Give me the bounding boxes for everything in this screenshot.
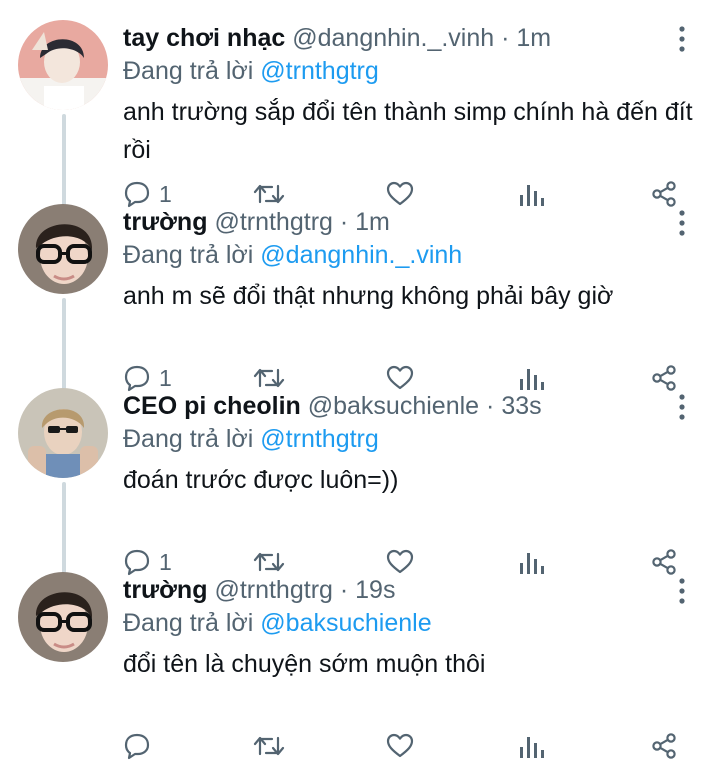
replying-to-label: Đang trả lời (123, 425, 254, 453)
avatar[interactable] (18, 204, 108, 294)
handle[interactable]: @trnthgtrg (214, 576, 332, 604)
retweet-button[interactable] (253, 728, 285, 764)
replying-to-mention[interactable]: @baksuchienle (260, 609, 431, 637)
tweet-header: tay chơi nhạc @dangnhin._.vinh · 1m (123, 22, 551, 54)
more-options-button[interactable] (672, 208, 692, 238)
tweet-text: đổi tên là chuyện sớm muộn thôi (123, 650, 486, 678)
tweet-text: anh m sẽ đổi thật nhưng không phải bây g… (123, 282, 614, 310)
replying-to-line: Đang trả lời @trnthgtrg (123, 423, 379, 455)
reply-thread: tay chơi nhạc @dangnhin._.vinh · 1m Đang… (0, 0, 720, 767)
timestamp[interactable]: 1m (355, 208, 390, 236)
share-button[interactable] (650, 728, 678, 764)
reply-icon (124, 733, 150, 760)
more-vertical-icon (679, 394, 685, 420)
avatar[interactable] (18, 388, 108, 478)
replying-to-line: Đang trả lời @trnthgtrg (123, 55, 379, 87)
tweet-actions (0, 728, 720, 764)
avatar[interactable] (18, 20, 108, 110)
display-name[interactable]: CEO pi cheolin (123, 392, 301, 420)
tweet[interactable]: tay chơi nhạc @dangnhin._.vinh · 1m Đang… (0, 0, 720, 208)
replying-to-mention[interactable]: @trnthgtrg (260, 57, 378, 85)
retweet-icon (253, 736, 285, 756)
separator-dot: · (339, 208, 349, 236)
tweet-text: anh trường sắp đổi tên thành simp chính … (123, 98, 693, 164)
separator-dot: · (486, 392, 495, 420)
avatar[interactable] (18, 572, 108, 662)
display-name[interactable]: trường (123, 576, 207, 604)
tweet-header: trường @trnthgtrg · 19s (123, 574, 395, 606)
replying-to-label: Đang trả lời (123, 241, 254, 269)
more-vertical-icon (679, 210, 685, 236)
tweet[interactable]: CEO pi cheolin @baksuchienle · 33s Đang … (0, 368, 720, 576)
tweet[interactable]: trường @trnthgtrg · 1m Đang trả lời @dan… (0, 184, 720, 392)
tweet-header: trường @trnthgtrg · 1m (123, 206, 390, 238)
separator-dot: · (501, 24, 510, 52)
separator-dot: · (339, 576, 349, 604)
handle[interactable]: @baksuchienle (308, 392, 479, 420)
timestamp[interactable]: 1m (516, 24, 551, 52)
tweet-text: đoán trước được luôn=)) (123, 466, 399, 494)
replying-to-line: Đang trả lời @baksuchienle (123, 607, 432, 639)
heart-icon (386, 733, 414, 758)
tweet[interactable]: trường @trnthgtrg · 19s Đang trả lời @ba… (0, 552, 720, 760)
timestamp[interactable]: 19s (355, 576, 395, 604)
more-options-button[interactable] (672, 576, 692, 606)
more-options-button[interactable] (672, 24, 692, 54)
like-button[interactable] (386, 728, 414, 764)
replying-to-line: Đang trả lời @dangnhin._.vinh (123, 239, 462, 271)
replying-to-label: Đang trả lời (123, 609, 254, 637)
more-options-button[interactable] (672, 392, 692, 422)
tweet-header: CEO pi cheolin @baksuchienle · 33s (123, 390, 542, 422)
views-button[interactable] (518, 728, 544, 764)
bar-chart-icon (520, 737, 544, 758)
share-icon (652, 733, 676, 759)
replying-to-mention[interactable]: @trnthgtrg (260, 425, 378, 453)
more-vertical-icon (679, 26, 685, 52)
timestamp[interactable]: 33s (501, 392, 541, 420)
replying-to-label: Đang trả lời (123, 57, 254, 85)
display-name[interactable]: trường (123, 208, 207, 236)
handle[interactable]: @dangnhin._.vinh (292, 24, 494, 52)
more-vertical-icon (679, 578, 685, 604)
handle[interactable]: @trnthgtrg (214, 208, 332, 236)
display-name[interactable]: tay chơi nhạc (123, 24, 285, 52)
reply-button[interactable] (123, 728, 159, 764)
replying-to-mention[interactable]: @dangnhin._.vinh (260, 241, 462, 269)
